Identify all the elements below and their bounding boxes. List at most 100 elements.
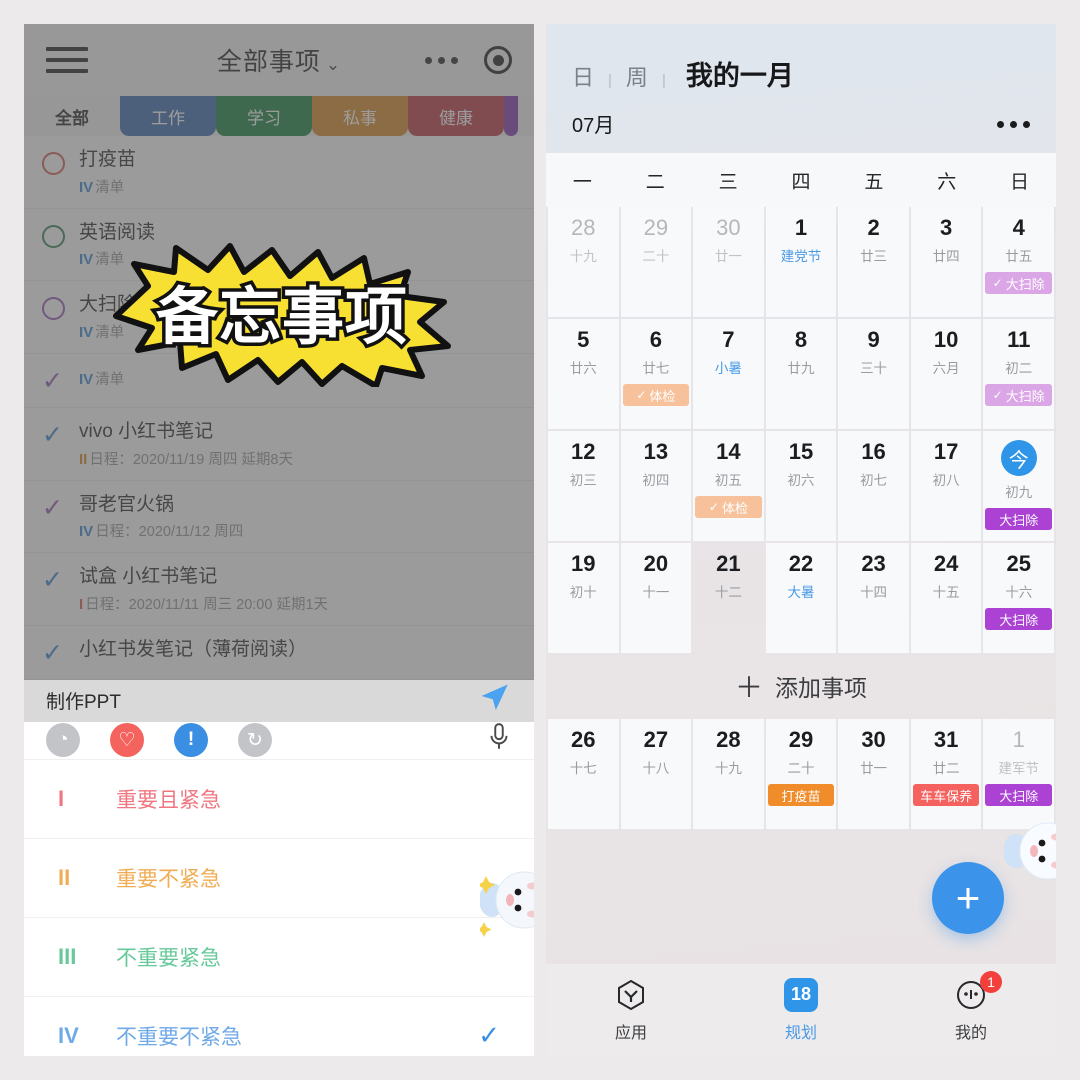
calendar-day-cell[interactable]: 29 二十 xyxy=(620,207,692,317)
quick-add-input[interactable]: 制作PPT xyxy=(46,687,478,714)
tab-private[interactable]: 私事 xyxy=(312,96,408,136)
calendar-day-cell[interactable]: 11 初二大扫除 xyxy=(983,319,1054,429)
calendar-day-cell[interactable]: 2 廿三 xyxy=(838,207,909,317)
nav-planning[interactable]: 18 规划 xyxy=(716,977,886,1043)
lunar-or-festival-label: 廿一 xyxy=(714,249,742,265)
calendar-day-cell[interactable]: 8 廿九 xyxy=(765,319,837,429)
task-checkbox-empty[interactable] xyxy=(42,152,65,175)
priority-option[interactable]: I 重要且紧急 xyxy=(24,760,534,839)
day-number: 2 xyxy=(867,215,880,240)
priority-option[interactable]: II 重要不紧急 xyxy=(24,839,534,918)
calendar-day-cell[interactable]: 20 十一 xyxy=(620,543,692,653)
calendar-day-cell[interactable]: 7 小暑 xyxy=(693,319,764,429)
weekday-label: 二 xyxy=(645,171,665,193)
calendar-day-cell[interactable]: 16 初七 xyxy=(838,431,909,541)
calendar-day-cell[interactable]: 6 廿七体检 xyxy=(620,319,692,429)
calendar-event-chip[interactable]: 大扫除 xyxy=(985,384,1052,407)
task-row[interactable]: 英语阅读 IV 清单 xyxy=(24,209,534,282)
tab-study[interactable]: 学习 xyxy=(216,96,312,136)
task-row[interactable]: ✓ 小红书发笔记（薄荷阅读） xyxy=(24,626,534,680)
add-floating-action-button[interactable]: + xyxy=(932,862,1004,934)
calendar-event-chip[interactable]: 大扫除 xyxy=(985,272,1052,295)
calendar-day-cell[interactable]: 19 初十 xyxy=(548,543,619,653)
calendar-day-cell[interactable]: 12 初三 xyxy=(548,431,619,541)
calendar-event-chip[interactable]: 大扫除 xyxy=(985,608,1052,631)
calendar-day-cell[interactable]: 23 十四 xyxy=(838,543,909,653)
task-checkbox-checked[interactable]: ✓ xyxy=(42,568,65,593)
task-checkbox-empty[interactable] xyxy=(42,297,65,321)
task-checkbox-checked[interactable]: ✓ xyxy=(42,495,65,521)
tab-health[interactable]: 健康 xyxy=(408,96,504,136)
calendar-day-cell[interactable]: 22 大暑 xyxy=(765,543,837,653)
calendar-day-cell[interactable]: 4 廿五大扫除 xyxy=(983,207,1054,317)
calendar-day-cell[interactable]: 26 十七 xyxy=(548,719,619,829)
microphone-icon[interactable] xyxy=(486,722,512,759)
calendar-day-cell[interactable]: 13 初四 xyxy=(620,431,692,541)
current-month: 07月 xyxy=(572,109,614,139)
task-row[interactable]: ✓ 试盒 小红书笔记 I 日程：2020/11/11 周三 20:00 延期1天 xyxy=(24,553,534,626)
calendar-day-cell[interactable]: 30 廿一 xyxy=(838,719,909,829)
lunar-or-festival-label: 二十 xyxy=(787,761,815,777)
priority-exclamation-icon[interactable]: ! xyxy=(174,723,208,758)
calendar-event-chip[interactable]: 大扫除 xyxy=(985,784,1052,807)
calendar-event-chip[interactable]: 打疫苗 xyxy=(767,784,835,807)
calendar-more-dots-icon[interactable] xyxy=(997,120,1030,128)
task-meta: IV 清单 xyxy=(79,323,125,341)
tab-all[interactable]: 全部 xyxy=(24,96,120,136)
lunar-or-festival-label: 初十 xyxy=(569,585,597,601)
repeat-icon[interactable]: ↻ xyxy=(238,723,272,758)
task-checkbox-checked[interactable]: ✓ xyxy=(42,422,65,448)
calendar-event-chip[interactable]: 车车保养 xyxy=(912,784,980,807)
calendar-day-cell[interactable]: 25 十六 大扫除 xyxy=(983,543,1054,653)
nav-apps[interactable]: 应用 xyxy=(546,978,716,1043)
calendar-day-cell[interactable]: 9 三十 xyxy=(838,319,909,429)
task-row[interactable]: ✓ IV 清单 xyxy=(24,354,534,408)
calendar-day-cell[interactable]: 今初九 大扫除 xyxy=(983,431,1054,541)
task-row[interactable]: 大扫除 IV 清单 xyxy=(24,281,534,354)
calendar-day-cell[interactable]: 21 十二 xyxy=(693,543,764,653)
task-row[interactable]: 打疫苗 IV 清单 xyxy=(24,136,534,209)
hamburger-menu-icon[interactable] xyxy=(46,47,88,73)
calendar-day-cell[interactable]: 27 十八 xyxy=(620,719,692,829)
more-dots-icon[interactable] xyxy=(425,56,458,64)
task-row[interactable]: ✓ vivo 小红书笔记 II 日程：2020/11/19 周四 延期8天 xyxy=(24,408,534,481)
calendar-event-chip[interactable]: 大扫除 xyxy=(985,508,1052,530)
task-body: 哥老官火锅 IV 日程：2020/11/12 周四 xyxy=(79,492,516,542)
calendar-day-cell[interactable]: 24 十五 xyxy=(910,543,982,653)
calendar-day-cell[interactable]: 1 建党节 xyxy=(765,207,837,317)
calendar-event-chip[interactable]: 体检 xyxy=(622,384,690,407)
tab-more-color[interactable] xyxy=(504,96,518,136)
calendar-event-chip[interactable]: 体检 xyxy=(695,496,762,519)
view-day-button[interactable]: 日 xyxy=(572,60,594,92)
calendar-day-cell[interactable]: 31 廿二 车车保养 xyxy=(910,719,982,829)
quick-add-input-row[interactable]: 制作PPT xyxy=(24,679,534,722)
nav-profile-label: 我的 xyxy=(954,1024,987,1042)
clock-icon[interactable]: ◔ xyxy=(46,723,80,758)
heart-icon[interactable]: ♡ xyxy=(110,723,144,758)
tab-work[interactable]: 工作 xyxy=(120,96,216,136)
task-checkbox-empty[interactable] xyxy=(42,224,65,248)
calendar-day-cell[interactable]: 17 初八 xyxy=(910,431,982,541)
calendar-day-cell[interactable]: 3 廿四 xyxy=(910,207,982,317)
target-circle-icon[interactable] xyxy=(484,46,512,74)
lunar-or-festival-label: 十四 xyxy=(860,585,888,601)
calendar-day-cell[interactable]: 28 十九 xyxy=(693,719,764,829)
calendar-day-cell[interactable]: 30 廿一 xyxy=(693,207,764,317)
day-number: 6 xyxy=(649,327,662,352)
send-paper-plane-icon[interactable] xyxy=(478,680,512,722)
nav-profile[interactable]: 1 我的 xyxy=(886,970,1056,1043)
priority-option[interactable]: IV 不重要不紧急 ✓ xyxy=(24,997,534,1056)
add-item-button[interactable]: ＋ 添加事项 xyxy=(546,653,1056,719)
task-checkbox-checked[interactable]: ✓ xyxy=(42,368,65,394)
calendar-day-cell[interactable]: 14 初五体检 xyxy=(693,431,764,541)
view-week-button[interactable]: 周 xyxy=(626,60,648,92)
priority-option[interactable]: III 不重要紧急 xyxy=(24,918,534,997)
calendar-day-cell[interactable]: 10 六月 xyxy=(910,319,982,429)
task-row[interactable]: ✓ 哥老官火锅 IV 日程：2020/11/12 周四 xyxy=(24,481,534,554)
calendar-day-cell[interactable]: 5 廿六 xyxy=(548,319,619,429)
lunar-or-festival-label: 初二 xyxy=(1005,361,1033,377)
calendar-day-cell[interactable]: 15 初六 xyxy=(765,431,837,541)
calendar-day-cell[interactable]: 29 二十 打疫苗 xyxy=(765,719,837,829)
task-checkbox-checked[interactable]: ✓ xyxy=(42,640,65,666)
calendar-day-cell[interactable]: 28 十九 xyxy=(548,207,619,317)
